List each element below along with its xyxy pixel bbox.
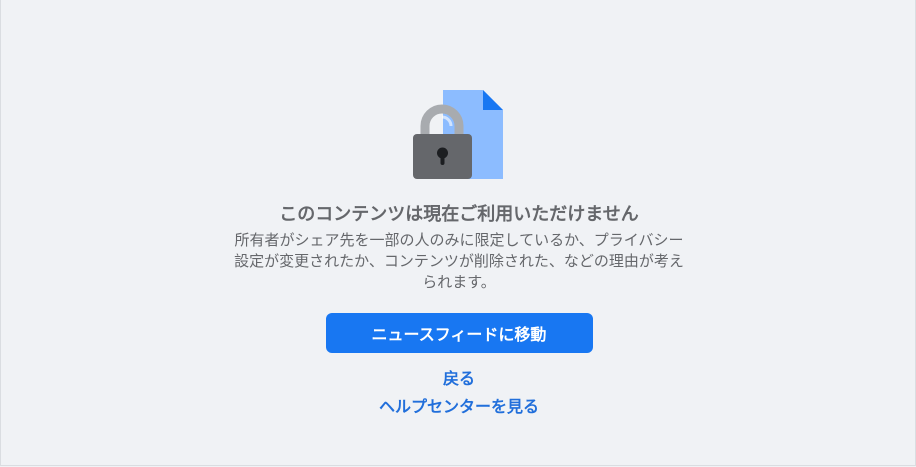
help-center-link[interactable]: ヘルプセンターを見る: [1, 393, 916, 421]
go-to-news-feed-button[interactable]: ニュースフィードに移動: [325, 313, 593, 353]
locked-document-icon: [411, 90, 507, 182]
page-frame: このコンテンツは現在ご利用いただけません 所有者がシェア先を一部の人のみに限定し…: [0, 0, 916, 466]
back-link[interactable]: 戻る: [1, 365, 916, 393]
page-title: このコンテンツは現在ご利用いただけません: [279, 204, 639, 225]
secondary-links: 戻る ヘルプセンターを見る: [1, 365, 916, 421]
unavailable-message: このコンテンツは現在ご利用いただけません 所有者がシェア先を一部の人のみに限定し…: [1, 202, 916, 421]
description-text: 所有者がシェア先を一部の人のみに限定しているか、プライバシー設定が変更されたか、…: [234, 231, 684, 291]
